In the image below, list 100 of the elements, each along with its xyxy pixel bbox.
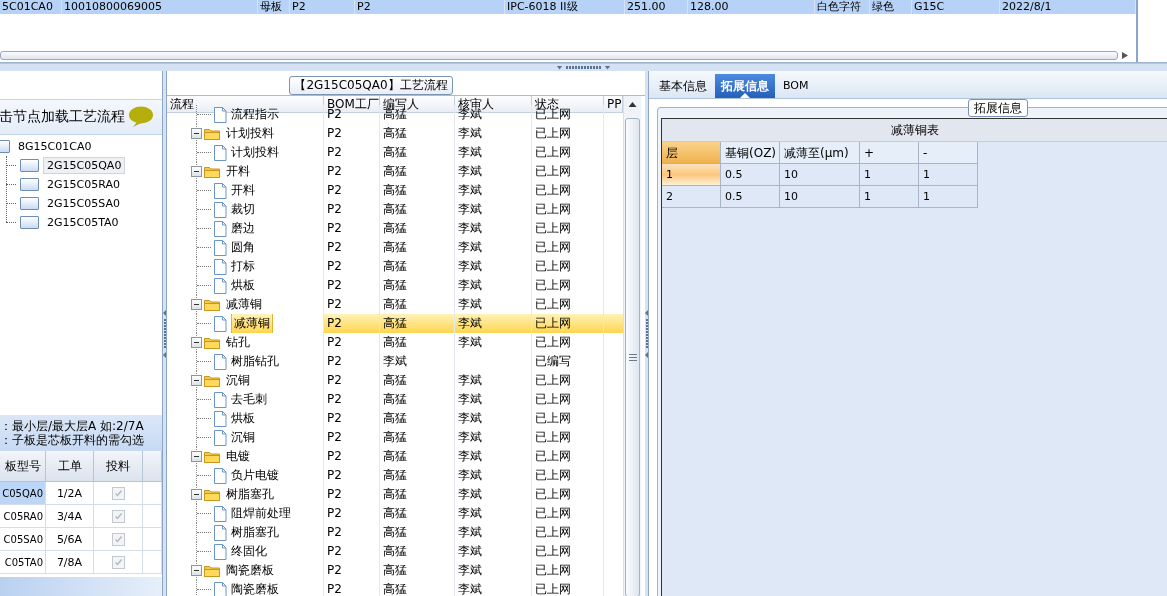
column-header[interactable]: 投料 bbox=[94, 451, 143, 481]
table-cell: 251.00 bbox=[625, 0, 688, 14]
column-header[interactable]: 减薄至(μm) bbox=[780, 142, 860, 164]
collapse-icon[interactable] bbox=[191, 375, 202, 386]
tree-item[interactable]: 陶瓷磨板 bbox=[226, 561, 274, 580]
tab[interactable]: BOM bbox=[777, 74, 815, 98]
scrollbar-thumb[interactable] bbox=[0, 51, 1118, 60]
document-icon bbox=[213, 467, 227, 484]
table-cell: 李斌 bbox=[455, 371, 532, 390]
table-cell: 高猛 bbox=[380, 409, 455, 428]
splitter-handle[interactable] bbox=[163, 310, 166, 358]
scrollbar-thumb[interactable] bbox=[625, 118, 640, 596]
splitter-handle[interactable] bbox=[645, 310, 648, 358]
table-cell[interactable]: 1 bbox=[860, 186, 919, 208]
table-cell[interactable]: 1 bbox=[860, 164, 919, 186]
tree-item[interactable]: 陶瓷磨板 bbox=[231, 580, 279, 596]
tree-item[interactable]: 磨边 bbox=[231, 219, 255, 238]
document-icon bbox=[213, 182, 227, 199]
document-icon bbox=[213, 201, 227, 218]
tree-item[interactable]: 打标 bbox=[231, 257, 255, 276]
column-header[interactable]: 工单 bbox=[46, 451, 94, 481]
table-cell: 高猛 bbox=[380, 162, 455, 181]
table-cell: 高猛 bbox=[380, 314, 455, 333]
tree-item[interactable]: 8G15C01CA0 bbox=[14, 138, 96, 155]
tree-item[interactable]: 树脂塞孔 bbox=[226, 485, 274, 504]
column-header[interactable]: 基铜(OZ) bbox=[721, 142, 780, 164]
table-cell: 绿色 bbox=[870, 0, 912, 14]
tree-item[interactable]: 终固化 bbox=[231, 542, 267, 561]
tree-item[interactable]: 树脂塞孔 bbox=[231, 523, 279, 542]
collapse-icon[interactable] bbox=[191, 166, 202, 177]
document-icon bbox=[213, 239, 227, 256]
collapse-icon[interactable] bbox=[191, 451, 202, 462]
table-cell: P2 bbox=[324, 485, 380, 504]
table-cell: 高猛 bbox=[380, 485, 455, 504]
tab[interactable]: 基本信息 bbox=[653, 74, 713, 98]
tree-item[interactable]: 计划投料 bbox=[226, 124, 274, 143]
table-cell: 已编写 bbox=[532, 352, 604, 371]
tab[interactable]: 拓展信息 bbox=[715, 74, 775, 98]
tree-item[interactable]: 2G15C05SA0 bbox=[43, 195, 124, 212]
tree-item[interactable]: 负片电镀 bbox=[231, 466, 279, 485]
tree-item[interactable]: 开料 bbox=[226, 162, 250, 181]
tree-item[interactable]: 树脂钻孔 bbox=[231, 352, 279, 371]
table-cell: 李斌 bbox=[455, 257, 532, 276]
collapse-icon[interactable] bbox=[191, 128, 202, 139]
document-icon bbox=[213, 144, 227, 161]
column-header[interactable]: 层 bbox=[662, 142, 721, 164]
collapse-icon[interactable] bbox=[191, 337, 202, 348]
table-cell[interactable]: 10 bbox=[780, 186, 860, 208]
tree-item[interactable]: 沉铜 bbox=[226, 371, 250, 390]
speech-bubble-icon bbox=[128, 106, 154, 128]
table-cell: P2 bbox=[324, 124, 380, 143]
table-cell: 已上网 bbox=[532, 447, 604, 466]
node-icon bbox=[20, 197, 39, 210]
collapse-icon[interactable] bbox=[191, 565, 202, 576]
table-cell: 高猛 bbox=[380, 238, 455, 257]
tree-item[interactable]: 电镀 bbox=[226, 447, 250, 466]
table-cell: P2 bbox=[324, 352, 380, 371]
document-icon bbox=[213, 315, 227, 332]
tree-item[interactable]: 2G15C05TA0 bbox=[43, 214, 123, 231]
document-icon bbox=[213, 220, 227, 237]
column-header[interactable]: - bbox=[919, 142, 978, 164]
tree-item[interactable]: 烘板 bbox=[231, 276, 255, 295]
table-cell[interactable]: 10 bbox=[780, 164, 860, 186]
collapse-icon[interactable] bbox=[191, 489, 202, 500]
table-cell[interactable]: 0.5 bbox=[721, 164, 780, 186]
table-cell: P2 bbox=[355, 0, 505, 14]
tree-item[interactable]: 2G15C05RA0 bbox=[43, 176, 124, 193]
table-cell[interactable]: 1 bbox=[919, 164, 978, 186]
tree-item[interactable]: 2G15C05QA0 bbox=[43, 157, 126, 174]
tree-item[interactable]: 钻孔 bbox=[226, 333, 250, 352]
table-cell: 李斌 bbox=[455, 200, 532, 219]
grid-row[interactable]: 5C01CA0 10010800069005 母板 P2 P2 IPC-6018 II级 251.00 128.00 白色字符 绿色 G15C 2022/8/1 bbox=[0, 0, 1136, 14]
tree-item[interactable]: 阻焊前处理 bbox=[231, 504, 291, 523]
table-cell[interactable]: 0.5 bbox=[721, 186, 780, 208]
tree-item[interactable]: 计划投料 bbox=[231, 143, 279, 162]
splitter-handle[interactable] bbox=[556, 65, 611, 70]
table-cell: 高猛 bbox=[380, 276, 455, 295]
tree-item[interactable]: 开料 bbox=[231, 181, 255, 200]
table-cell[interactable]: 1 bbox=[662, 164, 721, 186]
tree-item[interactable]: 裁切 bbox=[231, 200, 255, 219]
table-cell: 已上网 bbox=[532, 314, 604, 333]
table-cell: 白色字符 bbox=[815, 0, 870, 14]
collapse-icon[interactable] bbox=[191, 299, 202, 310]
tree-item[interactable]: 去毛刺 bbox=[231, 390, 267, 409]
tree-item[interactable]: 减薄铜 bbox=[226, 295, 262, 314]
table-cell: P2 bbox=[324, 466, 380, 485]
tree-item[interactable]: 圆角 bbox=[231, 238, 255, 257]
table-cell: 已上网 bbox=[532, 485, 604, 504]
tree-item[interactable]: 沉铜 bbox=[231, 428, 255, 447]
table-cell: P2 bbox=[324, 447, 380, 466]
table-cell[interactable]: 1 bbox=[919, 186, 978, 208]
table-cell: P2 bbox=[324, 504, 380, 523]
tree-item[interactable]: 烘板 bbox=[231, 409, 255, 428]
table-cell: 已上网 bbox=[532, 200, 604, 219]
column-header[interactable]: 板型号 bbox=[0, 451, 46, 481]
column-header[interactable]: + bbox=[860, 142, 919, 164]
folder-icon bbox=[204, 564, 220, 577]
tree-item[interactable]: 减薄铜 bbox=[231, 314, 273, 333]
table-cell[interactable]: 2 bbox=[662, 186, 721, 208]
document-icon bbox=[213, 410, 227, 427]
